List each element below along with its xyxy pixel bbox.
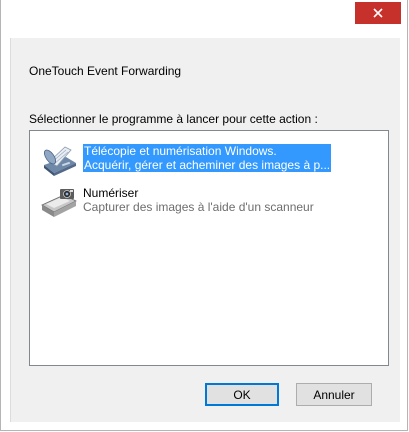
close-icon: [373, 8, 383, 18]
program-list[interactable]: Télécopie et numérisation Windows. Acqué…: [29, 130, 389, 366]
list-item-text: Numériser Capturer des images à l'aide d…: [83, 186, 314, 214]
list-item-description: Capturer des images à l'aide d'un scanne…: [83, 200, 314, 214]
list-item-fax-and-scan[interactable]: Télécopie et numérisation Windows. Acqué…: [37, 140, 383, 180]
list-item-name: Télécopie et numérisation Windows.: [83, 144, 332, 158]
list-item-name: Numériser: [83, 186, 139, 200]
title-bar[interactable]: [1, 0, 407, 34]
close-button[interactable]: [355, 2, 401, 24]
list-item-text: Télécopie et numérisation Windows. Acqué…: [83, 144, 332, 172]
fax-scanner-icon: [40, 143, 78, 177]
ok-button[interactable]: OK: [205, 383, 279, 406]
dialog-client-area: OneTouch Event Forwarding Sélectionner l…: [10, 38, 400, 422]
scanner-camera-icon: [40, 185, 78, 219]
device-name-label: OneTouch Event Forwarding: [29, 64, 182, 78]
list-item-numeriser[interactable]: Numériser Capturer des images à l'aide d…: [37, 182, 383, 222]
program-prompt-label: Sélectionner le programme à lancer pour …: [29, 112, 318, 126]
dialog-window: OneTouch Event Forwarding Sélectionner l…: [0, 0, 408, 431]
list-item-description: Acquérir, gérer et acheminer des images …: [83, 158, 332, 172]
cancel-button[interactable]: Annuler: [296, 383, 372, 406]
